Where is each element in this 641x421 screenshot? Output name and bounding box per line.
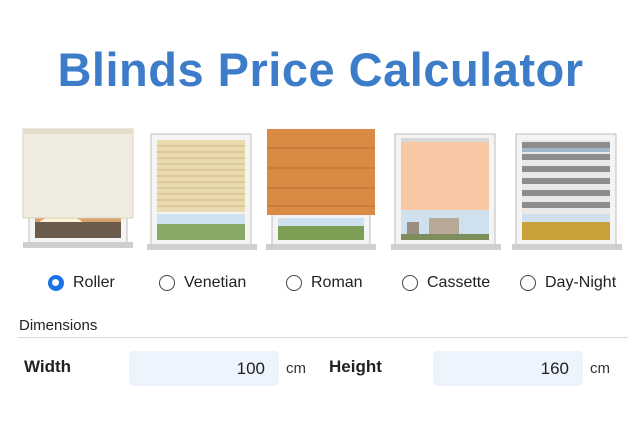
- venetian-blind-window-image[interactable]: [145, 126, 259, 256]
- day-night-radio[interactable]: [520, 275, 536, 291]
- roller-blind-window-image[interactable]: [21, 126, 135, 256]
- dimensions-section-label: Dimensions: [19, 317, 98, 334]
- height-input[interactable]: [433, 351, 583, 386]
- height-unit: cm: [590, 360, 610, 377]
- option-venetian[interactable]: Venetian: [159, 270, 246, 296]
- blind-type-gallery: [0, 126, 641, 258]
- roman-blind-window-image[interactable]: [264, 126, 378, 256]
- blind-type-options: Roller Venetian Roman Cassette Day-Night: [0, 270, 641, 296]
- section-divider: [18, 337, 628, 338]
- day-night-blind-window-image[interactable]: [510, 126, 624, 256]
- cassette-label: Cassette: [427, 274, 491, 291]
- day-night-label: Day-Night: [545, 274, 617, 291]
- roman-radio[interactable]: [286, 275, 302, 291]
- width-label: Width: [24, 357, 72, 376]
- venetian-label: Venetian: [184, 274, 247, 291]
- option-day-night[interactable]: Day-Night: [520, 270, 616, 296]
- roman-label: Roman: [311, 274, 363, 291]
- cassette-blind-window-image[interactable]: [389, 126, 503, 256]
- width-input[interactable]: [129, 351, 279, 386]
- option-cassette[interactable]: Cassette: [402, 270, 490, 296]
- option-roller[interactable]: Roller: [48, 270, 115, 296]
- page-title: Blinds Price Calculator: [57, 43, 584, 96]
- roller-radio[interactable]: [48, 275, 64, 291]
- cassette-radio[interactable]: [402, 275, 418, 291]
- option-roman[interactable]: Roman: [286, 270, 363, 296]
- width-unit: cm: [286, 360, 306, 377]
- roller-label: Roller: [73, 274, 115, 291]
- height-label: Height: [329, 357, 382, 376]
- venetian-radio[interactable]: [159, 275, 175, 291]
